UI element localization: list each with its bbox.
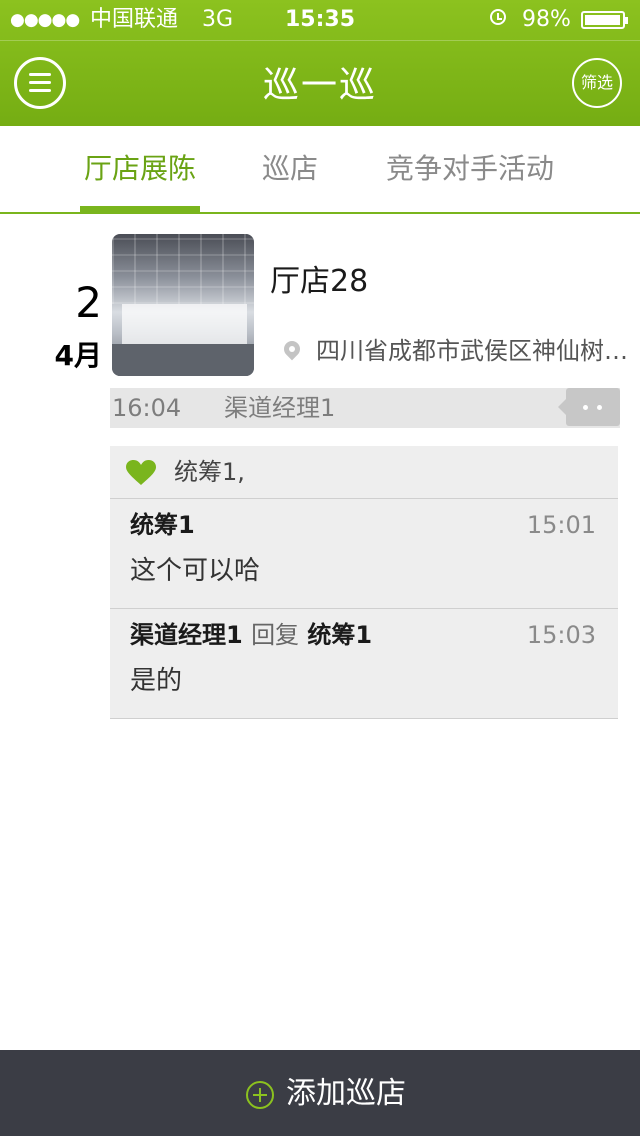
- tab-bar: 厅店展陈 巡店 竞争对手活动: [0, 126, 640, 214]
- tab-store-patrol[interactable]: 巡店: [250, 126, 330, 212]
- photo-floor: [112, 344, 254, 376]
- comment-time: 15:01: [526, 511, 596, 539]
- alarm-clock-icon: [490, 9, 506, 25]
- post-meta-bar: 16:04 渠道经理1: [110, 388, 620, 428]
- heart-icon: [126, 460, 156, 485]
- likes-row: 统筹1,: [110, 446, 618, 499]
- comment-item[interactable]: 统筹1 15:01 这个可以哈: [110, 499, 618, 609]
- battery-fill: [585, 15, 620, 25]
- battery-percent: 98%: [522, 7, 571, 32]
- comment-item[interactable]: 渠道经理1 回复 统筹1 15:03 是的: [110, 609, 618, 717]
- likes-users: 统筹1,: [174, 458, 245, 486]
- comment-text: 是的: [130, 666, 183, 696]
- comment-button[interactable]: [558, 388, 620, 426]
- post-month: 4月: [54, 339, 102, 372]
- add-patrol-button[interactable]: 添加巡店: [286, 1072, 406, 1116]
- post-user: 渠道经理1: [224, 394, 336, 422]
- post-time: 16:04: [112, 394, 182, 422]
- store-photo[interactable]: [112, 234, 254, 376]
- filter-button[interactable]: 筛选: [572, 58, 622, 108]
- reply-to-name: 统筹1: [307, 621, 373, 649]
- tab-competitor-activity[interactable]: 竞争对手活动: [378, 126, 562, 212]
- comment-author: 渠道经理1 回复 统筹1: [130, 617, 372, 653]
- post-day: 2: [75, 278, 102, 327]
- comments-box: 统筹1, 统筹1 15:01 这个可以哈 渠道经理1 回复 统筹1 15:03 …: [110, 446, 618, 719]
- comment-text: 这个可以哈: [130, 556, 261, 586]
- more-dots-icon: [583, 405, 588, 410]
- photo-ceiling: [112, 234, 254, 304]
- active-tab-indicator: [80, 206, 200, 212]
- page-title: 巡一巡: [262, 65, 377, 106]
- comment-author: 统筹1: [130, 507, 195, 543]
- location-pin-icon: [280, 337, 304, 361]
- battery-icon: [581, 11, 628, 29]
- status-divider: [0, 40, 640, 41]
- status-bar: ●●●●● 中国联通 3G 15:35 98%: [0, 0, 640, 40]
- more-dot: [597, 405, 602, 410]
- tab-store-display[interactable]: 厅店展陈: [80, 126, 200, 212]
- reply-label: 回复: [251, 621, 300, 649]
- app-header: ●●●●● 中国联通 3G 15:35 98% 巡一巡 筛选: [0, 0, 640, 126]
- add-circle-icon[interactable]: [246, 1081, 274, 1109]
- comment-author-name: 统筹1: [130, 511, 195, 539]
- comment-time: 15:03: [526, 621, 596, 649]
- shop-name: 厅店28: [270, 264, 369, 299]
- shop-address: 四川省成都市武侯区神仙树…: [316, 337, 628, 365]
- photo-window: [122, 304, 247, 344]
- comment-author-name: 渠道经理1: [130, 621, 243, 649]
